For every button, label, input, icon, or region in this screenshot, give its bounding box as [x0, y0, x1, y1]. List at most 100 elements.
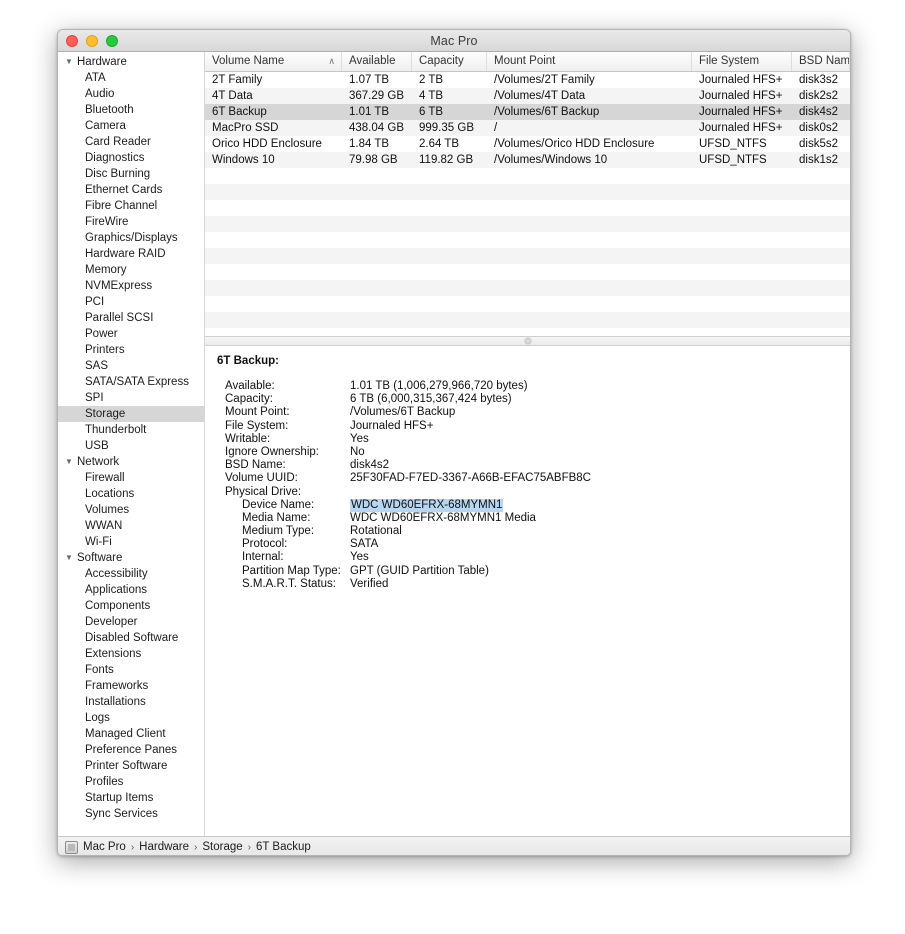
sidebar-item-card-reader[interactable]: Card Reader — [58, 134, 204, 150]
sidebar-item-ethernet-cards[interactable]: Ethernet Cards — [58, 182, 204, 198]
table-cell: 438.04 GB — [349, 122, 404, 134]
zoom-button[interactable] — [106, 35, 118, 47]
sidebar-item-spi[interactable]: SPI — [58, 390, 204, 406]
system-information-window: Mac Pro ▼ Hardware ATA Audio Bluetooth Camera… — [57, 29, 851, 856]
sidebar-item-storage[interactable]: Storage — [58, 406, 204, 422]
sidebar-item-locations[interactable]: Locations — [58, 486, 204, 502]
disclosure-triangle-icon[interactable]: ▼ — [65, 454, 75, 470]
sidebar-item-fibre-channel[interactable]: Fibre Channel — [58, 198, 204, 214]
sidebar-item-hardware-raid[interactable]: Hardware RAID — [58, 246, 204, 262]
breadcrumb-item[interactable]: Hardware — [139, 841, 189, 853]
breadcrumb-item[interactable]: 6T Backup — [256, 841, 311, 853]
sidebar-item-label: Memory — [85, 264, 127, 276]
table-row[interactable]: 2T Family 1.07 TB 2 TB/Volumes/2T Family Jo… — [205, 72, 850, 88]
column-header-mount-point[interactable]: Mount Point — [487, 52, 692, 71]
detail-field: Ignore Ownership: No — [217, 446, 850, 459]
sidebar-item-profiles[interactable]: Profiles — [58, 774, 204, 790]
sidebar-item-camera[interactable]: Camera — [58, 118, 204, 134]
sidebar-item-firewire[interactable]: FireWire — [58, 214, 204, 230]
disclosure-triangle-icon[interactable]: ▼ — [65, 550, 75, 566]
detail-field-value: 1.01 TB (1,006,279,966,720 bytes) — [350, 380, 528, 392]
table-row-empty — [205, 248, 850, 264]
detail-field: File System: Journaled HFS+ — [217, 420, 850, 433]
close-button[interactable] — [66, 35, 78, 47]
table-cell: 4T Data — [212, 90, 253, 102]
sidebar-item-hardware[interactable]: ▼ Hardware — [58, 54, 204, 70]
sidebar-item-label: USB — [85, 440, 109, 452]
table-cell: MacPro SSD — [212, 122, 279, 134]
sidebar-item-label: FireWire — [85, 216, 129, 228]
sidebar-item-audio[interactable]: Audio — [58, 86, 204, 102]
column-header-volume-name[interactable]: Volume Name ∧ — [205, 52, 342, 71]
sidebar-item-graphics-displays[interactable]: Graphics/Displays — [58, 230, 204, 246]
pane-splitter[interactable] — [205, 336, 850, 346]
splitter-handle-icon[interactable] — [524, 337, 531, 345]
table-body[interactable]: 2T Family 1.07 TB 2 TB/Volumes/2T Family Jo… — [205, 72, 850, 336]
column-header-capacity[interactable]: Capacity — [412, 52, 487, 71]
sidebar-item-frameworks[interactable]: Frameworks — [58, 678, 204, 694]
sidebar-item-disc-burning[interactable]: Disc Burning — [58, 166, 204, 182]
sidebar-item-wi-fi[interactable]: Wi-Fi — [58, 534, 204, 550]
sidebar-item-label: Applications — [85, 584, 148, 596]
sidebar-item-printers[interactable]: Printers — [58, 342, 204, 358]
sidebar-item-usb[interactable]: USB — [58, 438, 204, 454]
detail-field-value: Rotational — [350, 525, 402, 538]
sidebar-item-pci[interactable]: PCI — [58, 294, 204, 310]
sidebar-item-ata[interactable]: ATA — [58, 70, 204, 86]
detail-field-label: Medium Type: — [242, 525, 315, 538]
sidebar-item-installations[interactable]: Installations — [58, 694, 204, 710]
sidebar-item-disabled-software[interactable]: Disabled Software — [58, 630, 204, 646]
breadcrumb-item[interactable]: Storage — [202, 841, 242, 853]
sidebar-item-printer-software[interactable]: Printer Software — [58, 758, 204, 774]
sidebar-item-applications[interactable]: Applications — [58, 582, 204, 598]
sidebar-item-diagnostics[interactable]: Diagnostics — [58, 150, 204, 166]
table-row[interactable]: Windows 10 79.98 GB 119.82 GB/Volumes/Wind… — [205, 152, 850, 168]
sidebar-item-parallel-scsi[interactable]: Parallel SCSI — [58, 310, 204, 326]
sidebar-item-thunderbolt[interactable]: Thunderbolt — [58, 422, 204, 438]
sidebar-item-sata-sata-express[interactable]: SATA/SATA Express — [58, 374, 204, 390]
sidebar-item-managed-client[interactable]: Managed Client — [58, 726, 204, 742]
table-cell: 1.01 TB — [349, 106, 390, 118]
sidebar-item-extensions[interactable]: Extensions — [58, 646, 204, 662]
table-row-empty — [205, 312, 850, 328]
detail-field-value: Verified — [350, 577, 389, 590]
table-row[interactable]: Orico HDD Enclosure 1.84 TB 2.64 TB/Volume… — [205, 136, 850, 152]
breadcrumb-items[interactable]: Mac Pro › Hardware › Storage › 6T Backup — [83, 841, 311, 853]
sidebar-item-volumes[interactable]: Volumes — [58, 502, 204, 518]
table-row[interactable]: 4T Data 367.29 GB 4 TB/Volumes/4T Data Jour… — [205, 88, 850, 104]
sidebar-item-fonts[interactable]: Fonts — [58, 662, 204, 678]
sidebar-item-label: Locations — [85, 488, 135, 500]
table-row[interactable]: MacPro SSD 438.04 GB 999.35 GB / Journaled H… — [205, 120, 850, 136]
column-header-file-system[interactable]: File System — [692, 52, 792, 71]
minimize-button[interactable] — [86, 35, 98, 47]
sidebar-tree[interactable]: ▼ Hardware ATA Audio Bluetooth Camera Card Rea… — [58, 52, 205, 836]
sidebar-item-preference-panes[interactable]: Preference Panes — [58, 742, 204, 758]
sidebar-item-sync-services[interactable]: Sync Services — [58, 806, 204, 822]
sidebar-item-wwan[interactable]: WWAN — [58, 518, 204, 534]
detail-field-value: SATA — [350, 538, 379, 551]
breadcrumb-item[interactable]: Mac Pro — [83, 841, 126, 853]
detail-field-value: GPT (GUID Partition Table) — [350, 564, 489, 577]
sidebar-item-memory[interactable]: Memory — [58, 262, 204, 278]
table-row[interactable]: 6T Backup 1.01 TB 6 TB/Volumes/6T Backup Jo… — [205, 104, 850, 120]
sidebar-item-developer[interactable]: Developer — [58, 614, 204, 630]
sidebar-item-accessibility[interactable]: Accessibility — [58, 566, 204, 582]
sidebar-item-power[interactable]: Power — [58, 326, 204, 342]
sidebar-item-nvmexpress[interactable]: NVMExpress — [58, 278, 204, 294]
table-cell: /Volumes/Orico HDD Enclosure — [494, 138, 655, 150]
sidebar-item-startup-items[interactable]: Startup Items — [58, 790, 204, 806]
sidebar-item-network[interactable]: ▼ Network — [58, 454, 204, 470]
disclosure-triangle-icon[interactable]: ▼ — [65, 54, 75, 70]
sidebar-item-sas[interactable]: SAS — [58, 358, 204, 374]
detail-field-label: File System: — [225, 419, 289, 432]
sidebar-item-label: Disc Burning — [85, 168, 151, 180]
sidebar-item-logs[interactable]: Logs — [58, 710, 204, 726]
sidebar-item-components[interactable]: Components — [58, 598, 204, 614]
table-row-empty — [205, 184, 850, 200]
table-cell: /Volumes/6T Backup — [494, 106, 600, 118]
sidebar-item-bluetooth[interactable]: Bluetooth — [58, 102, 204, 118]
column-header-available[interactable]: Available — [342, 52, 412, 71]
column-header-bsd-name[interactable]: BSD Name — [792, 52, 850, 71]
sidebar-item-firewall[interactable]: Firewall — [58, 470, 204, 486]
sidebar-item-software[interactable]: ▼ Software — [58, 550, 204, 566]
